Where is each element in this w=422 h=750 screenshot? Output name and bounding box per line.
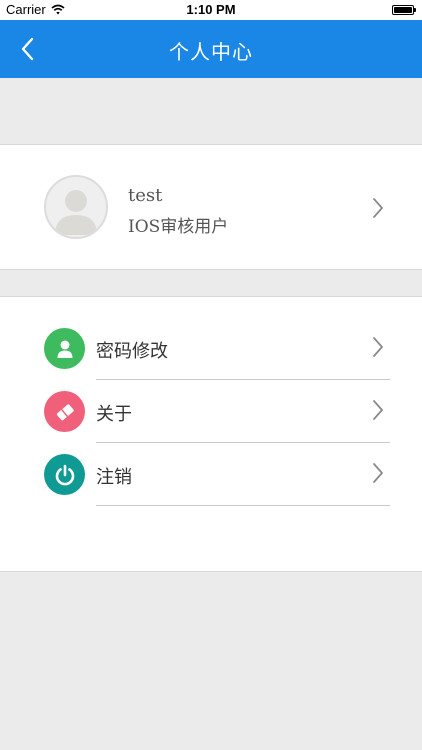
user-icon — [44, 328, 85, 369]
chevron-right-icon — [373, 337, 383, 357]
eraser-icon — [44, 391, 85, 432]
menu-card: 密码修改 关于 注销 — [0, 296, 422, 572]
profile-card[interactable]: test IOS审核用户 — [0, 144, 422, 270]
menu-item-change-password[interactable]: 密码修改 — [0, 317, 422, 380]
power-icon — [44, 454, 85, 495]
chevron-right-icon — [373, 198, 383, 218]
menu-item-logout[interactable]: 注销 — [0, 443, 422, 506]
status-time: 1:10 PM — [186, 2, 236, 17]
profile-name: test — [128, 185, 163, 206]
nav-bar: 个人中心 — [0, 20, 422, 78]
status-bar: Carrier 1:10 PM — [0, 0, 422, 20]
chevron-right-icon — [373, 463, 383, 483]
menu-divider — [96, 505, 390, 506]
page-title: 个人中心 — [169, 40, 253, 64]
menu-item-label: 密码修改 — [96, 341, 168, 362]
default-avatar-icon — [44, 175, 108, 239]
battery-full-icon — [392, 5, 416, 15]
menu-item-about[interactable]: 关于 — [0, 380, 422, 443]
chevron-right-icon — [373, 400, 383, 420]
profile-role: IOS审核用户 — [128, 217, 229, 237]
menu-item-label: 关于 — [96, 404, 132, 425]
menu-item-label: 注销 — [96, 467, 132, 488]
